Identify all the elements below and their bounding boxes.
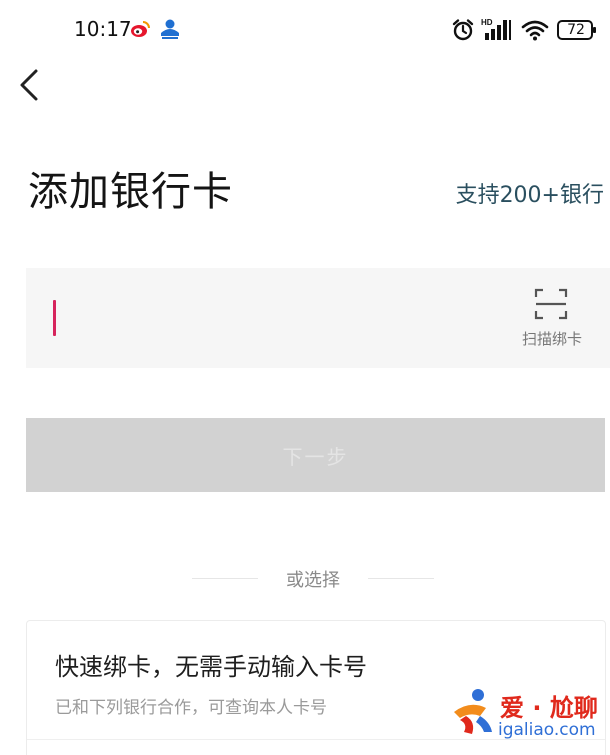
card-number-input[interactable] xyxy=(26,268,496,368)
battery-level: 72 xyxy=(567,22,585,38)
status-bar: 10:17 HD 72 xyxy=(0,0,610,60)
divider-line xyxy=(368,578,434,579)
next-step-button[interactable]: 下一步 xyxy=(26,418,605,492)
divider-line xyxy=(192,578,258,579)
svg-text:HD: HD xyxy=(481,18,493,27)
status-time: 10:17 xyxy=(74,17,132,41)
page-title: 添加银行卡 xyxy=(28,169,233,215)
watermark-logo-icon xyxy=(454,689,492,734)
alarm-icon xyxy=(452,19,474,41)
or-choose-label: 或选择 xyxy=(286,570,340,591)
supported-banks-link[interactable]: 支持200+银行 xyxy=(456,181,604,211)
screen: 10:17 HD 72 添加银行卡 支持200+银行 扫描绑卡 下一步 或选择 … xyxy=(0,0,610,755)
app-icon xyxy=(161,19,179,39)
back-button[interactable] xyxy=(10,62,50,108)
text-cursor xyxy=(53,300,56,336)
watermark-text: 爱 · 尬聊 xyxy=(500,694,598,722)
signal-icon: HD xyxy=(481,18,511,40)
quick-bind-title: 快速绑卡，无需手动输入卡号 xyxy=(55,653,367,681)
weibo-icon xyxy=(131,21,150,37)
scan-bind-label[interactable]: 扫描绑卡 xyxy=(516,328,588,349)
quick-bind-description: 已和下列银行合作，可查询本人卡号 xyxy=(55,698,327,718)
card-number-field: 扫描绑卡 xyxy=(26,268,610,368)
watermark-url: igaliao.com xyxy=(498,720,596,740)
scan-frame-icon[interactable] xyxy=(534,288,568,320)
chevron-left-icon xyxy=(20,69,38,101)
wifi-icon xyxy=(521,20,549,41)
